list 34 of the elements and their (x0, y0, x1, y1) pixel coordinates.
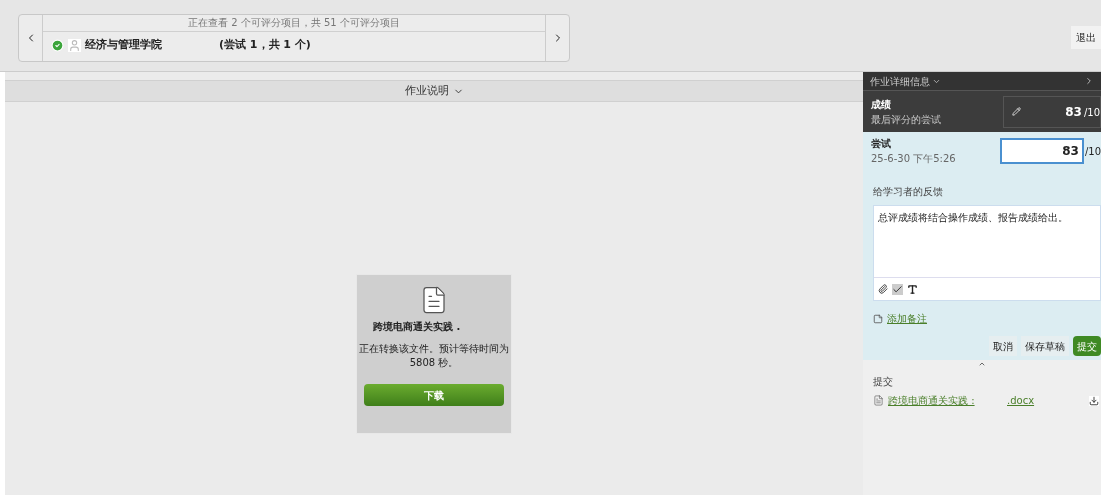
file-extension: .docx (1007, 394, 1035, 408)
grade-max: /10 (1083, 105, 1100, 120)
grade-sublabel: 最后评分的尝试 (871, 112, 941, 127)
student-name: 经济与管理学院 (85, 37, 163, 53)
download-button[interactable]: 下载 (364, 384, 504, 406)
attempt-max: /10 (1084, 144, 1101, 159)
expand-icon[interactable] (978, 360, 986, 368)
grade-value: 83 (1065, 103, 1082, 121)
file-icon (873, 395, 884, 406)
instructions-toggle[interactable]: 作业说明 (5, 80, 863, 102)
navigator-summary: 正在查看 2 个可评分项目，共 51 个可评分项目 (43, 15, 545, 32)
grade-input[interactable]: 83 (999, 138, 1084, 164)
font-icon[interactable] (907, 283, 918, 295)
conversion-message: 正在转换该文件。预计等待时间为 5808 秒。 (359, 342, 509, 370)
file-name: 跨境电商通关实践 . (373, 320, 461, 334)
submission-label: 提交 (873, 375, 894, 389)
action-button[interactable]: 取消 (989, 336, 1017, 356)
spellcheck-icon[interactable] (892, 283, 903, 295)
collapse-icon[interactable] (1084, 76, 1094, 86)
attach-icon[interactable] (878, 284, 888, 294)
grade-label: 成绩 (871, 97, 892, 112)
submission-file-link[interactable]: 跨境电商通关实践 : (888, 393, 1003, 408)
note-icon (873, 313, 883, 324)
attempt-label: 尝试 (871, 137, 892, 151)
edit-icon[interactable] (1012, 107, 1021, 116)
attempt-count: (尝试 1，共 1 个) (219, 37, 311, 53)
feedback-label: 给学习者的反馈 (873, 185, 944, 199)
download-icon[interactable] (1089, 395, 1099, 406)
add-note-link[interactable]: 添加备注 (887, 311, 927, 326)
attempt-date: 25-6-30 下午5:26 (871, 152, 956, 166)
action-button[interactable]: 保存草稿 (1021, 336, 1069, 356)
submit-button[interactable]: 提交 (1073, 336, 1101, 356)
avatar-icon (68, 38, 81, 52)
exit-button[interactable]: 退出 (1071, 26, 1101, 49)
